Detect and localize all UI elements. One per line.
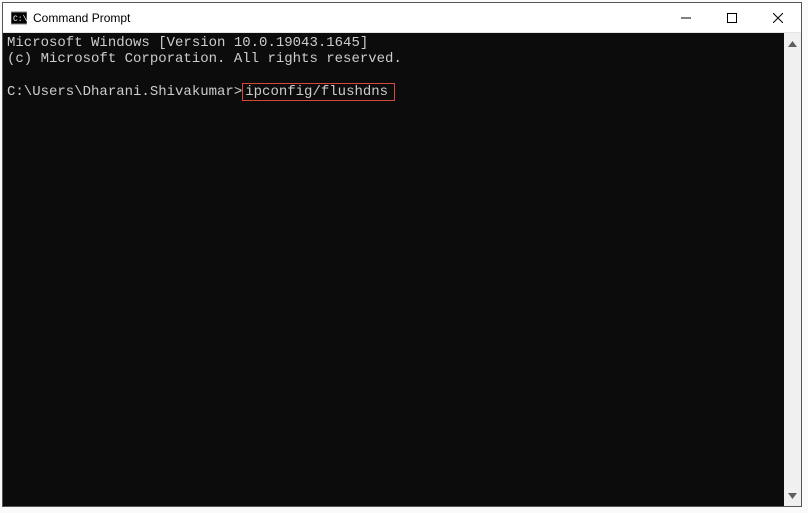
client-area: Microsoft Windows [Version 10.0.19043.16… [3, 33, 801, 506]
close-button[interactable] [755, 3, 801, 32]
minimize-button[interactable] [663, 3, 709, 32]
command-prompt-window: C:\ Command Prompt Microsoft Windows [Ve… [2, 2, 802, 507]
vertical-scrollbar[interactable] [784, 33, 801, 506]
prompt-line: C:\Users\Dharani.Shivakumar>ipconfig/flu… [7, 83, 784, 101]
terminal-line: Microsoft Windows [Version 10.0.19043.16… [7, 35, 784, 51]
cmd-icon: C:\ [11, 10, 27, 26]
scroll-up-arrow-icon[interactable] [784, 35, 801, 52]
window-controls [663, 3, 801, 32]
window-title: Command Prompt [33, 11, 663, 25]
maximize-button[interactable] [709, 3, 755, 32]
prompt-path: C:\Users\Dharani.Shivakumar> [7, 84, 242, 100]
scroll-down-arrow-icon[interactable] [784, 487, 801, 504]
svg-text:C:\: C:\ [13, 15, 27, 24]
entered-command: ipconfig/flushdns [242, 83, 395, 101]
terminal-output[interactable]: Microsoft Windows [Version 10.0.19043.16… [3, 33, 784, 506]
terminal-line: (c) Microsoft Corporation. All rights re… [7, 51, 784, 67]
titlebar[interactable]: C:\ Command Prompt [3, 3, 801, 33]
